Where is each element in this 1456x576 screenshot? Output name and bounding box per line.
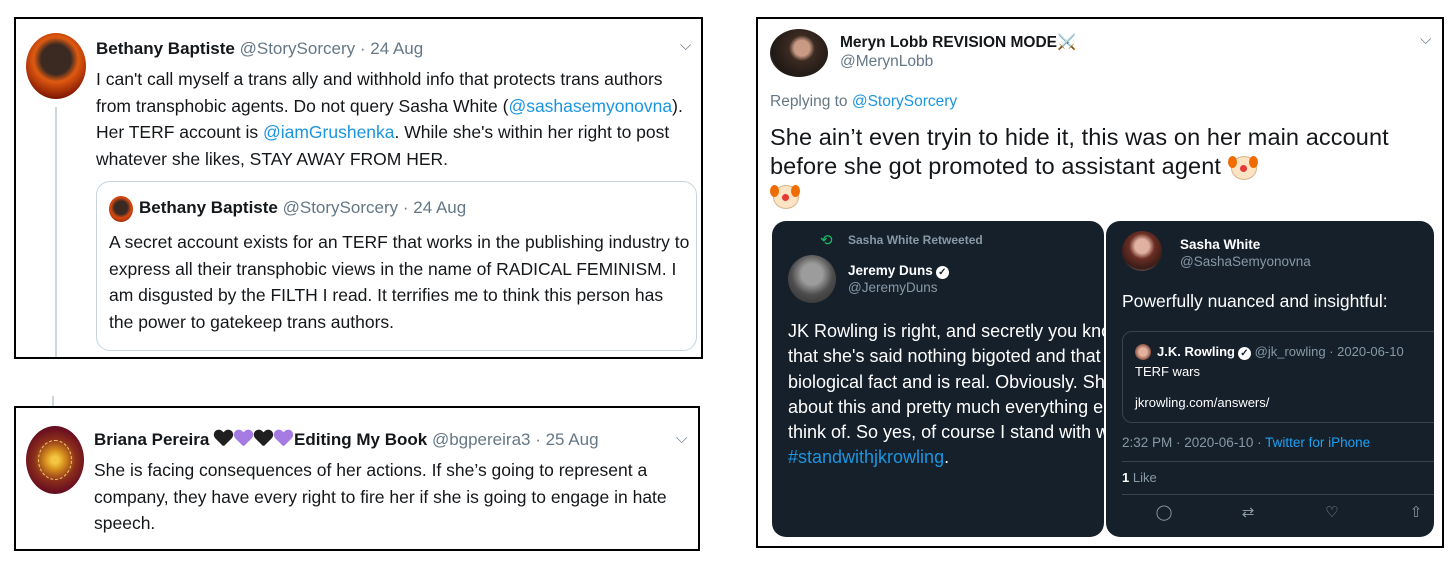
avatar-meryn[interactable] (770, 29, 828, 77)
text-part: JK Rowling is right, and secretly you kn… (788, 321, 1104, 443)
card-tweet-text: JK Rowling is right, and secretly you kn… (788, 319, 1104, 471)
retweet-action-icon: ⇄ (1241, 504, 1255, 521)
tweet-panel-briana: Briana Pereira Editing My Book @bgpereir… (14, 406, 700, 551)
mention-link[interactable]: @iamGrushenka (263, 122, 395, 142)
card-quoted-tweet: J.K. Rowling ✓ @jk_rowling · 2020-06-10 T… (1122, 331, 1434, 423)
author-handle[interactable]: @StorySorcery (240, 39, 356, 58)
chevron-down-icon[interactable]: ⌵ (680, 37, 691, 54)
like-count-label: Like (1129, 470, 1157, 485)
black-heart-icon (214, 430, 232, 448)
tweet-panel-bethany: Bethany Baptiste @StorySorcery · 24 Aug … (14, 17, 703, 359)
avatar-rowling (1135, 344, 1151, 360)
card-author-name-text: Jeremy Duns (848, 263, 933, 278)
author-handle[interactable]: @bgpereira3 (432, 430, 531, 449)
screenshot-card-jeremy: ⟲ Sasha White Retweeted Jeremy Duns ✓ @Je… (772, 221, 1104, 537)
quote-header: Bethany Baptiste @StorySorcery · 24 Aug (139, 198, 466, 218)
replying-label: Replying to (770, 93, 852, 110)
quote-date: · 24 Aug (402, 198, 467, 217)
tweet-source: Twitter for iPhone (1265, 435, 1371, 450)
card-author-name: Jeremy Duns ✓ (848, 263, 949, 279)
quoted-handle-date: @jk_rowling · 2020-06-10 (1254, 344, 1404, 359)
like-icon: ♡ (1325, 504, 1339, 521)
text-part: She ain’t even tryin to hide it, this wa… (770, 124, 1389, 179)
divider (1122, 461, 1434, 462)
replying-to: Replying to @StorySorcery (770, 93, 957, 111)
tweet-date[interactable]: · 24 Aug (360, 39, 423, 58)
author-name-suffix[interactable]: Editing My Book (294, 430, 427, 449)
tweet-time: 2:32 PM · 2020-06-10 · (1122, 435, 1266, 450)
tweet-meta: 2:32 PM · 2020-06-10 · Twitter for iPhon… (1122, 435, 1370, 450)
tweet-header: Meryn Lobb REVISION MODE⚔️ (840, 33, 1076, 52)
tweet-panel-meryn: Meryn Lobb REVISION MODE⚔️ @MerynLobb ⌵ … (756, 17, 1444, 548)
quote-avatar (109, 196, 133, 222)
mention-link[interactable]: @sashasemyonovna (508, 96, 672, 116)
chevron-down-icon[interactable]: ⌵ (1420, 31, 1431, 48)
retweet-icon: ⟲ (820, 232, 833, 249)
quoted-author-name-text: J.K. Rowling (1157, 344, 1235, 359)
text-part: . (944, 447, 950, 468)
chevron-down-icon[interactable]: ⌵ (676, 430, 687, 447)
avatar-jeremy (788, 255, 836, 303)
tweet-header: Bethany Baptiste @StorySorcery · 24 Aug (96, 39, 423, 59)
reply-mention-link[interactable]: @StorySorcery (852, 93, 957, 110)
avatar-sasha (1122, 231, 1162, 271)
author-name[interactable]: Meryn Lobb REVISION MODE⚔️ (840, 34, 1076, 51)
quote-author-handle: @StorySorcery (282, 198, 399, 217)
author-name[interactable]: Briana Pereira (94, 430, 209, 449)
quoted-tweet[interactable]: Bethany Baptiste @StorySorcery · 24 Aug … (96, 181, 697, 351)
quoted-text: TERF wars (1135, 364, 1200, 379)
author-handle[interactable]: @MerynLobb (840, 53, 933, 71)
card-author-name: Sasha White (1180, 237, 1261, 252)
verified-icon: ✓ (1238, 347, 1251, 360)
quote-author-name: Bethany Baptiste (139, 198, 278, 217)
author-name[interactable]: Bethany Baptiste (96, 39, 235, 58)
divider (1122, 494, 1434, 495)
avatar-bethany[interactable] (26, 33, 86, 99)
quote-text: A secret account exists for an TERF that… (109, 232, 690, 332)
clown-face-icon (770, 181, 800, 209)
clown-face-icon (1227, 152, 1258, 180)
tweet-text: She is facing consequences of her action… (94, 460, 667, 533)
tweet-text: I can't call myself a trans ally and wit… (96, 66, 686, 172)
thread-line (55, 107, 57, 357)
action-bar: ◯ ⇄ ♡ ⇧ (1106, 503, 1434, 523)
quoted-author-name: J.K. Rowling ✓ @jk_rowling · 2020-06-10 (1157, 344, 1404, 360)
reply-icon: ◯ (1155, 504, 1173, 521)
like-count: 1 Like (1122, 470, 1157, 485)
card-tweet-text: Powerfully nuanced and insightful: (1122, 291, 1388, 311)
card-author-handle: @JeremyDuns (848, 280, 938, 295)
tweet-text: She ain’t even tryin to hide it, this wa… (770, 123, 1438, 210)
tweet-date[interactable]: · 25 Aug (535, 430, 598, 449)
heart-emojis (214, 430, 294, 449)
tweet-header: Briana Pereira Editing My Book @bgpereir… (94, 430, 599, 450)
screenshot-card-sasha: Sasha White @SashaSemyonovna Powerfully … (1106, 221, 1434, 537)
retweeted-by: Sasha White Retweeted (848, 233, 983, 247)
avatar-briana[interactable] (26, 426, 84, 494)
verified-icon: ✓ (935, 266, 949, 279)
share-icon: ⇧ (1409, 504, 1423, 521)
purple-heart-icon (274, 430, 292, 448)
quoted-link: jkrowling.com/answers/ (1135, 395, 1270, 410)
purple-heart-icon (234, 430, 252, 448)
black-heart-icon (254, 430, 272, 448)
hashtag-link: #standwithjkrowling (788, 447, 945, 468)
card-author-handle: @SashaSemyonovna (1180, 254, 1311, 269)
thread-line (52, 396, 54, 406)
